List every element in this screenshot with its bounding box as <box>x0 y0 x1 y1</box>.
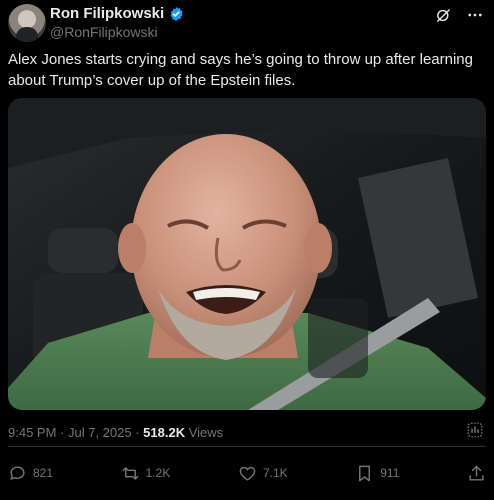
video-thumbnail[interactable] <box>8 98 486 410</box>
views-label: Views <box>185 425 224 440</box>
reply-button[interactable]: 821 <box>8 464 53 483</box>
more-icon[interactable] <box>466 6 484 24</box>
bookmark-button[interactable]: 911 <box>355 464 399 483</box>
like-icon <box>239 466 256 481</box>
analytics-icon[interactable] <box>466 421 484 439</box>
bookmark-icon <box>359 465 371 481</box>
tweet-actions: 821 1.2K 7.1K 911 <box>8 462 486 484</box>
avatar[interactable] <box>8 4 46 42</box>
tweet-time[interactable]: 9:45 PM <box>8 425 56 440</box>
tweet-top-icons <box>435 6 484 24</box>
tweet-header: Ron Filipkowski @RonFilipkowski <box>8 4 486 46</box>
like-count: 7.1K <box>262 466 288 480</box>
grok-icon[interactable] <box>435 7 452 24</box>
user-name[interactable]: Ron Filipkowski <box>50 5 164 22</box>
user-name-wrap[interactable]: Ron Filipkowski <box>50 5 184 22</box>
bookmark-count: 911 <box>380 466 400 480</box>
reply-icon <box>10 465 25 480</box>
meta-separator: · <box>56 425 68 440</box>
repost-count: 1.2K <box>145 466 171 480</box>
meta-separator-2: · <box>131 425 144 440</box>
tweet-date[interactable]: Jul 7, 2025 <box>68 425 132 440</box>
like-button[interactable]: 7.1K <box>238 464 288 483</box>
share-button[interactable] <box>467 464 486 483</box>
views-count: 518.2K <box>143 425 186 440</box>
tweet-meta: 9:45 PM · Jul 7, 2025 · 518.2K Views <box>8 425 223 440</box>
verified-badge-icon <box>170 6 183 21</box>
reply-count: 821 <box>33 466 54 480</box>
repost-button[interactable]: 1.2K <box>121 464 171 483</box>
user-handle[interactable]: @RonFilipkowski <box>50 24 158 40</box>
video-frame-image <box>8 98 486 410</box>
tweet-text: Alex Jones starts crying and says he’s g… <box>8 51 473 89</box>
repost-icon <box>122 466 138 480</box>
share-icon <box>469 465 484 481</box>
divider <box>8 446 486 447</box>
